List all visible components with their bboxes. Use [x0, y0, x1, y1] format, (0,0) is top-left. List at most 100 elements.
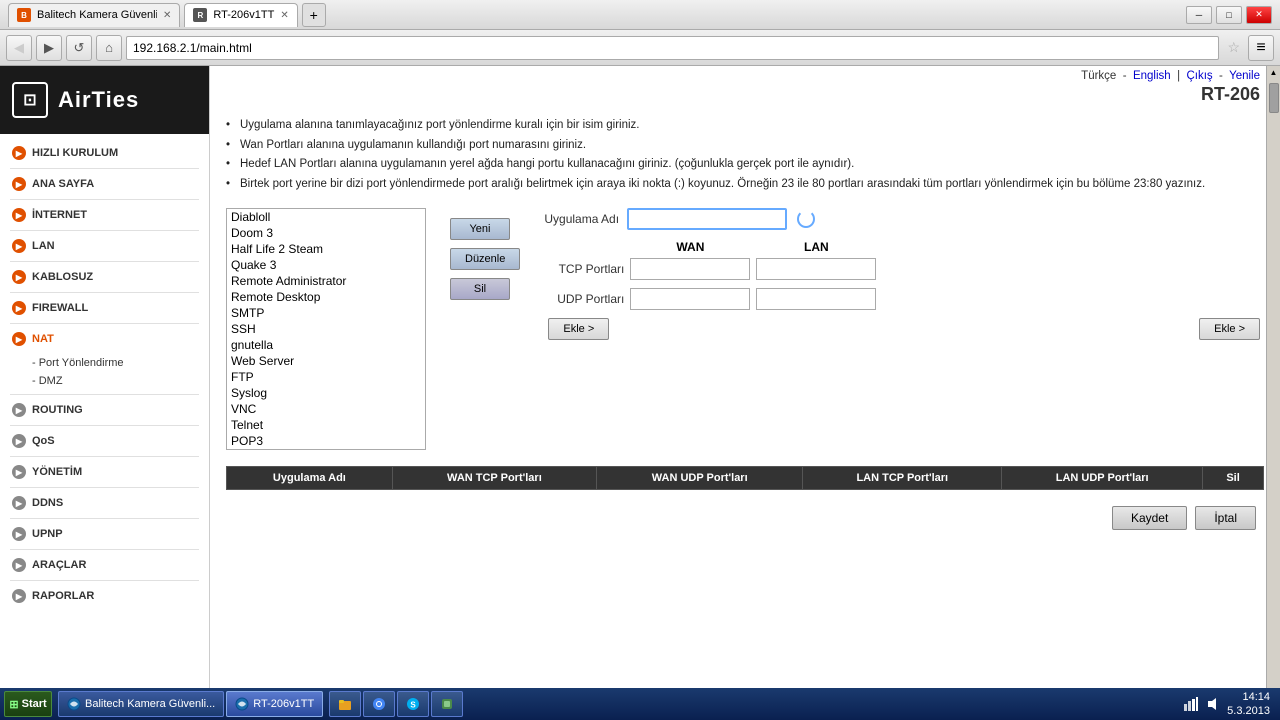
tray-time: 14:14 5.3.2013	[1227, 690, 1270, 719]
tcp-lan-input[interactable]	[756, 258, 876, 280]
taskbar-label-2: RT-206v1TT	[253, 698, 314, 710]
sidebar-item-ddns[interactable]: ▶ DDNS	[0, 490, 209, 516]
taskbar-app-ie[interactable]: Balitech Kamera Güvenli...	[58, 691, 224, 717]
sidebar-item-routing[interactable]: ▶ ROUTING	[0, 397, 209, 423]
tcp-wan-input[interactable]	[630, 258, 750, 280]
app-list-container: DiablollDoom 3Half Life 2 SteamQuake 3Re…	[226, 208, 426, 450]
duzenle-button[interactable]: Düzenle	[450, 248, 520, 270]
forward-button[interactable]: ▶	[36, 35, 62, 61]
network-icon	[1183, 696, 1199, 712]
sidebar-label-lan: LAN	[32, 240, 55, 252]
taskbar-app-skype[interactable]: S	[397, 691, 429, 717]
right-form: Uygulama Adı WAN LAN TCP Portları UDP Po	[544, 208, 1264, 340]
th-lan-udp: LAN UDP Port'ları	[1002, 467, 1203, 490]
lang-sep: -	[1123, 70, 1127, 82]
sidebar-item-upnp[interactable]: ▶ UPNP	[0, 521, 209, 547]
app-list[interactable]: DiablollDoom 3Half Life 2 SteamQuake 3Re…	[227, 209, 425, 449]
sidebar-item-qos[interactable]: ▶ QoS	[0, 428, 209, 454]
scroll-thumb[interactable]	[1269, 83, 1279, 113]
udp-wan-input[interactable]	[630, 288, 750, 310]
sidebar-label-routing: ROUTING	[32, 404, 83, 416]
tab2-favicon: R	[193, 8, 207, 22]
arrow-icon: ▶	[12, 301, 26, 315]
taskbar-app-files[interactable]	[329, 691, 361, 717]
logo-icon: ⊡	[12, 82, 48, 118]
bottom-table-wrap: Uygulama Adı WAN TCP Port'ları WAN UDP P…	[226, 466, 1264, 490]
tab-2[interactable]: R RT-206v1TT ✕	[184, 3, 297, 27]
lang-english[interactable]: English	[1133, 70, 1171, 82]
address-bar[interactable]	[126, 36, 1219, 60]
arrow-icon: ▶	[12, 239, 26, 253]
sil-button[interactable]: Sil	[450, 278, 510, 300]
menu-button[interactable]: ≡	[1248, 35, 1274, 61]
arrow-icon: ▶	[12, 589, 26, 603]
home-button[interactable]: ⌂	[96, 35, 122, 61]
sidebar-label-ddns: DDNS	[32, 497, 63, 509]
bookmark-icon[interactable]: ☆	[1223, 39, 1244, 56]
kaydet-button[interactable]: Kaydet	[1112, 506, 1187, 530]
tab1-close-icon[interactable]: ✕	[163, 10, 171, 21]
sidebar-label-firewall: FIREWALL	[32, 302, 88, 314]
bottom-buttons: Kaydet İptal	[226, 506, 1264, 530]
sidebar-label-upnp: UPNP	[32, 528, 63, 540]
ie-icon	[67, 697, 81, 711]
sidebar-item-hizli-kurulum[interactable]: ▶ HIZLI KURULUM	[0, 140, 209, 166]
sidebar-item-lan[interactable]: ▶ LAN	[0, 233, 209, 259]
sidebar-item-raporlar[interactable]: ▶ RAPORLAR	[0, 583, 209, 609]
tab-1[interactable]: B Balitech Kamera Güvenli... ✕	[8, 3, 180, 27]
lang-bar: Türkçe - English | Çıkış - Yenile	[1081, 66, 1260, 86]
sidebar-item-nat[interactable]: ▶ NAT	[0, 326, 209, 352]
udp-lan-input[interactable]	[756, 288, 876, 310]
sidebar-sub-nat: - Port Yönlendirme - DMZ	[0, 352, 209, 392]
chrome-icon	[372, 697, 386, 711]
scrollbar[interactable]: ▲ ▼	[1266, 66, 1280, 720]
sidebar-item-internet[interactable]: ▶ İNTERNET	[0, 202, 209, 228]
tray-volume-icon	[1205, 696, 1221, 712]
info-line-2: Wan Portları alanına uygulamanın kulland…	[226, 136, 1264, 156]
ekle-lan-button[interactable]: Ekle >	[1199, 318, 1260, 340]
tcp-inputs-row: TCP Portları	[544, 258, 1264, 280]
tab2-close-icon[interactable]: ✕	[280, 10, 288, 21]
loading-spinner	[797, 210, 815, 228]
sidebar-label-kablosuz: KABLOSUZ	[32, 271, 93, 283]
arrow-icon-nat: ▶	[12, 332, 26, 346]
start-button[interactable]: ⊞ Start	[4, 691, 52, 717]
lan-col-header: LAN	[756, 240, 876, 254]
sidebar-item-ana-sayfa[interactable]: ▶ ANA SAYFA	[0, 171, 209, 197]
taskbar-app-rt[interactable]: RT-206v1TT	[226, 691, 323, 717]
wan-col-header: WAN	[630, 240, 750, 254]
taskbar-app-chrome[interactable]	[363, 691, 395, 717]
iptal-button[interactable]: İptal	[1195, 506, 1256, 530]
sidebar-item-araclar[interactable]: ▶ ARAÇLAR	[0, 552, 209, 578]
back-button[interactable]: ◀	[6, 35, 32, 61]
yeni-button[interactable]: Yeni	[450, 218, 510, 240]
action-refresh[interactable]: Yenile	[1229, 70, 1260, 82]
sidebar-label-hizli: HIZLI KURULUM	[32, 147, 118, 159]
sidebar-item-yonetim[interactable]: ▶ YÖNETİM	[0, 459, 209, 485]
minimize-button[interactable]: ─	[1186, 6, 1212, 24]
nav-bar: ◀ ▶ ↺ ⌂ ☆ ≡	[0, 30, 1280, 66]
maximize-button[interactable]: □	[1216, 6, 1242, 24]
sidebar-item-firewall[interactable]: ▶ FIREWALL	[0, 295, 209, 321]
ekle-wan-button[interactable]: Ekle >	[548, 318, 609, 340]
sidebar-subitem-dmz[interactable]: - DMZ	[32, 372, 209, 390]
th-lan-tcp: LAN TCP Port'ları	[803, 467, 1002, 490]
close-button[interactable]: ✕	[1246, 6, 1272, 24]
action-exit[interactable]: Çıkış	[1186, 70, 1212, 82]
app-name-row: Uygulama Adı	[544, 208, 1264, 230]
folder-icon	[338, 697, 352, 711]
app-name-input[interactable]	[627, 208, 787, 230]
scroll-up-icon[interactable]: ▲	[1268, 66, 1280, 79]
taskbar: ⊞ Start Balitech Kamera Güvenli... RT-20…	[0, 688, 1280, 720]
th-sil: Sil	[1203, 467, 1264, 490]
refresh-button[interactable]: ↺	[66, 35, 92, 61]
arrow-icon: ▶	[12, 270, 26, 284]
sidebar-header: ⊡ AirTies	[0, 66, 209, 134]
lang-turkish[interactable]: Türkçe	[1081, 70, 1116, 82]
content-area: Uygulama alanına tanımlayacağınız port y…	[210, 66, 1280, 720]
tab2-label: RT-206v1TT	[213, 9, 274, 21]
new-tab-button[interactable]: +	[302, 3, 326, 27]
sidebar-item-kablosuz[interactable]: ▶ KABLOSUZ	[0, 264, 209, 290]
sidebar-subitem-port[interactable]: - Port Yönlendirme	[32, 354, 209, 372]
taskbar-app-other[interactable]	[431, 691, 463, 717]
